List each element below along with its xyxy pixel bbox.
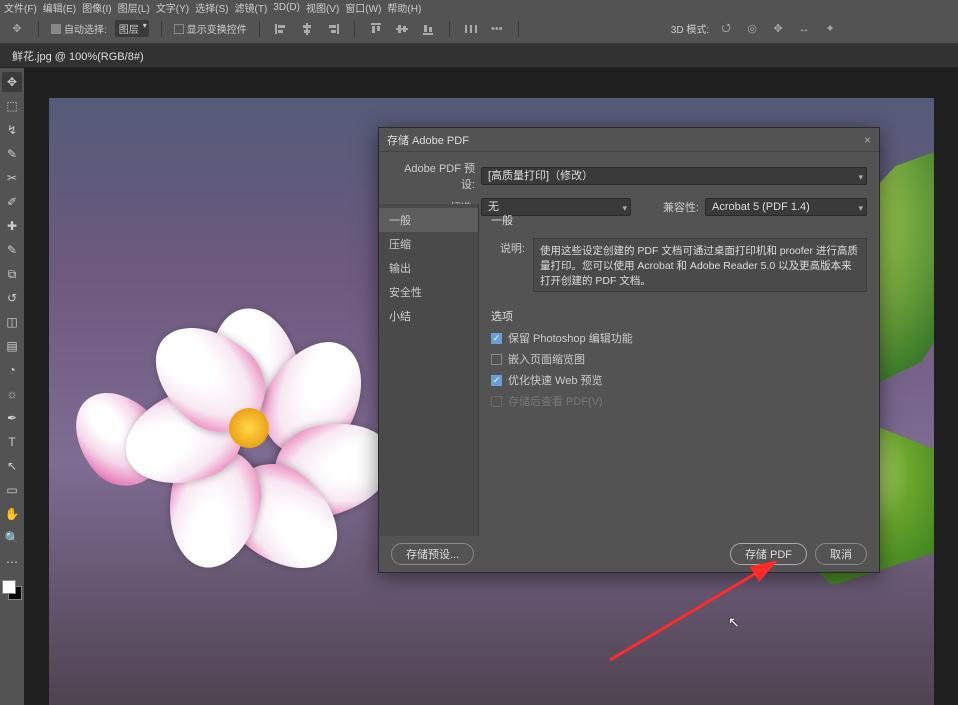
menu-file[interactable]: 文件(F) (4, 0, 37, 15)
tools-panel: ✥ ⬚ ↯ ✎ ✂ ✐ ✚ ✎ ⧉ ↺ ◫ ▤ ◔ ☼ ✒ T ↖ ▭ ✋ 🔍 … (0, 68, 24, 705)
brush-tool[interactable]: ✎ (2, 240, 22, 260)
menu-select[interactable]: 选择(S) (195, 0, 228, 15)
align-bottom-icon[interactable] (419, 20, 437, 38)
dodge-tool[interactable]: ☼ (2, 384, 22, 404)
3d-scale-icon[interactable]: ✦ (821, 20, 839, 38)
3d-roll-icon[interactable]: ◎ (743, 20, 761, 38)
more-options-icon[interactable]: ••• (488, 20, 506, 38)
hand-tool[interactable]: ✋ (2, 504, 22, 524)
mode-3d-label: 3D 模式: (671, 21, 709, 36)
dialog-titlebar[interactable]: 存储 Adobe PDF × (379, 128, 879, 152)
close-icon[interactable]: × (864, 133, 871, 147)
lasso-tool[interactable]: ↯ (2, 120, 22, 140)
menu-filter[interactable]: 滤镜(T) (235, 0, 268, 15)
document-tab-title: 鲜花.jpg @ 100%(RGB/8#) (12, 48, 144, 64)
opt-embed-thumbnails[interactable]: 嵌入页面缩览图 (491, 351, 867, 367)
align-vcenter-icon[interactable] (393, 20, 411, 38)
eraser-tool[interactable]: ◫ (2, 312, 22, 332)
desc-label: 说明: (491, 238, 525, 292)
section-title: 一般 (491, 212, 867, 228)
eyedropper-tool[interactable]: ✐ (2, 192, 22, 212)
menubar: 文件(F) 编辑(E) 图像(I) 图层(L) 文字(Y) 选择(S) 滤镜(T… (0, 0, 958, 14)
align-left-icon[interactable] (272, 20, 290, 38)
type-tool[interactable]: T (2, 432, 22, 452)
auto-select-dropdown[interactable]: 图层 (115, 20, 149, 37)
sidebar-item-compression[interactable]: 压缩 (379, 232, 478, 256)
healing-tool[interactable]: ✚ (2, 216, 22, 236)
description-box[interactable]: 使用这些设定创建的 PDF 文档可通过桌面打印机和 proofer 进行高质量打… (533, 238, 867, 292)
3d-slide-icon[interactable]: ↔ (795, 20, 813, 38)
menu-edit[interactable]: 编辑(E) (43, 0, 76, 15)
cursor-icon: ↖ (728, 614, 740, 631)
zoom-tool[interactable]: 🔍 (2, 528, 22, 548)
menu-layer[interactable]: 图层(L) (118, 0, 150, 15)
sidebar-item-security[interactable]: 安全性 (379, 280, 478, 304)
align-top-icon[interactable] (367, 20, 385, 38)
sidebar-item-summary[interactable]: 小结 (379, 304, 478, 328)
move-tool[interactable]: ✥ (2, 72, 22, 92)
save-pdf-dialog: 存储 Adobe PDF × Adobe PDF 预设: [高质量打印]（修改）… (378, 127, 880, 573)
quick-select-tool[interactable]: ✎ (2, 144, 22, 164)
dialog-sidebar: 一般 压缩 输出 安全性 小结 (379, 204, 479, 536)
flower-graphic (109, 298, 409, 578)
3d-orbit-icon[interactable]: ⭯ (717, 20, 735, 38)
menu-type[interactable]: 文字(Y) (156, 0, 189, 15)
cancel-button[interactable]: 取消 (815, 543, 867, 565)
color-swatch[interactable] (2, 580, 22, 600)
options-bar: ✥ 自动选择: 图层 显示变换控件 ••• 3D 模式: ⭯ ◎ ✥ ↔ ✦ (0, 14, 958, 44)
menu-window[interactable]: 窗口(W) (345, 0, 381, 15)
options-title: 选项 (491, 308, 867, 324)
save-pdf-button[interactable]: 存储 PDF (730, 543, 807, 565)
show-transform-label: 显示变换控件 (187, 21, 247, 36)
preset-label: Adobe PDF 预设: (391, 160, 475, 192)
dialog-content: 一般 说明: 使用这些设定创建的 PDF 文档可通过桌面打印机和 proofer… (479, 204, 879, 536)
save-preset-button[interactable]: 存储预设... (391, 543, 474, 565)
align-right-icon[interactable] (324, 20, 342, 38)
preset-dropdown[interactable]: [高质量打印]（修改） (481, 167, 867, 185)
opt-preserve-editing[interactable]: ✓保留 Photoshop 编辑功能 (491, 330, 867, 346)
blur-tool[interactable]: ◔ (2, 360, 22, 380)
crop-tool[interactable]: ✂ (2, 168, 22, 188)
auto-select-checkbox[interactable]: 自动选择: (51, 21, 107, 36)
distribute-h-icon[interactable] (462, 20, 480, 38)
marquee-tool[interactable]: ⬚ (2, 96, 22, 116)
dialog-title: 存储 Adobe PDF (387, 132, 469, 148)
align-hcenter-icon[interactable] (298, 20, 316, 38)
edit-toolbar[interactable]: ⋯ (2, 552, 22, 572)
auto-select-label: 自动选择: (64, 21, 107, 36)
opt-fast-web-preview[interactable]: ✓优化快速 Web 预览 (491, 372, 867, 388)
menu-3d[interactable]: 3D(D) (273, 2, 300, 13)
3d-pan-icon[interactable]: ✥ (769, 20, 787, 38)
gradient-tool[interactable]: ▤ (2, 336, 22, 356)
move-tool-icon[interactable]: ✥ (8, 20, 26, 38)
sidebar-item-output[interactable]: 输出 (379, 256, 478, 280)
path-select-tool[interactable]: ↖ (2, 456, 22, 476)
show-transform-checkbox[interactable]: 显示变换控件 (174, 21, 247, 36)
document-tab[interactable]: 鲜花.jpg @ 100%(RGB/8#) (0, 44, 958, 68)
sidebar-item-general[interactable]: 一般 (379, 208, 478, 232)
clone-tool[interactable]: ⧉ (2, 264, 22, 284)
menu-view[interactable]: 视图(V) (306, 0, 339, 15)
menu-image[interactable]: 图像(I) (82, 0, 111, 15)
opt-view-after-save: 存储后查看 PDF(V) (491, 393, 867, 409)
shape-tool[interactable]: ▭ (2, 480, 22, 500)
pen-tool[interactable]: ✒ (2, 408, 22, 428)
menu-help[interactable]: 帮助(H) (387, 0, 421, 15)
history-brush-tool[interactable]: ↺ (2, 288, 22, 308)
